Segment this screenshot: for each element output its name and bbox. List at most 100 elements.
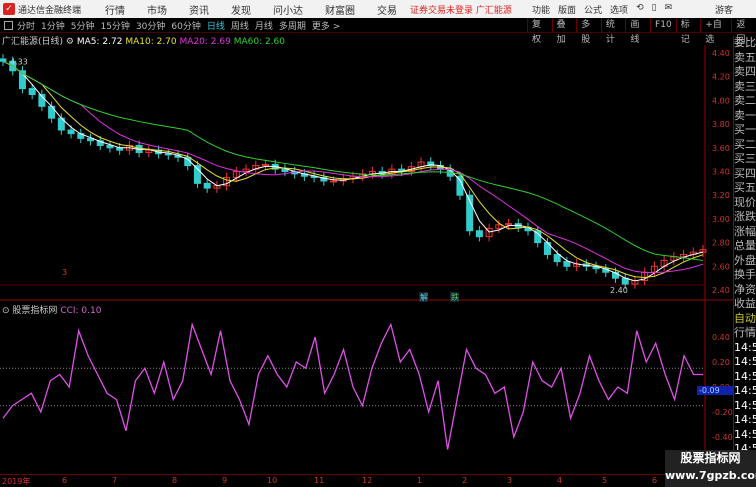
month-label: 8 xyxy=(172,476,178,485)
menu-trade[interactable]: 交易 xyxy=(377,2,397,17)
price-tick-label: 2.60 xyxy=(712,262,730,271)
quote-panel-item[interactable]: 涨幅 xyxy=(734,225,756,240)
tool-adjust[interactable]: 复权 xyxy=(527,18,552,45)
menu-options[interactable]: 选项 xyxy=(610,3,628,16)
candle-body xyxy=(67,129,75,135)
menu-market[interactable]: 市场 xyxy=(147,2,167,17)
period-tab[interactable]: 分时 xyxy=(17,19,35,32)
tool-back[interactable]: 返回 xyxy=(731,18,756,45)
quote-panel-item[interactable]: 卖一 xyxy=(734,109,756,124)
more-button[interactable]: 更多 > xyxy=(312,19,340,32)
quote-panel-item[interactable]: 净资 xyxy=(734,283,756,298)
quote-panel-item[interactable]: 收益 xyxy=(734,297,756,312)
quote-panel-item[interactable]: 14:50 xyxy=(734,399,756,414)
month-label: 6 xyxy=(62,476,68,485)
month-label: 2019年 xyxy=(2,477,31,486)
app-title: 通达信金融终端 xyxy=(18,5,82,16)
menu-quotes[interactable]: 行情 xyxy=(105,2,125,17)
quote-panel-item[interactable]: 买五 xyxy=(734,181,756,196)
quote-panel-item[interactable]: 14:50 xyxy=(734,384,756,399)
quote-panel-item[interactable]: 卖四 xyxy=(734,65,756,80)
date-axis: 2019年 6 7 8 9 10 11 12 1 2 3 4 5 6 xyxy=(0,474,680,487)
quote-panel-item[interactable]: 换手 xyxy=(734,268,756,283)
quote-panel: 委比 卖五 卖四 卖三 卖二 卖一 买一 买二 买三 买四 买五 现价 涨跌 涨幅 总量 外盘 换手 净资 收益 自动… xyxy=(733,36,756,472)
cci-value-label: CCI: 0.10 xyxy=(60,306,102,316)
menu-layout[interactable]: 版面 xyxy=(558,3,576,16)
indicator-toggle-icon[interactable]: ⊙ xyxy=(2,306,10,316)
menu-ask[interactable]: 问小达 xyxy=(273,2,303,17)
period-tab[interactable]: 5分钟 xyxy=(71,19,95,32)
period-tab-daily[interactable]: 日线 xyxy=(207,19,225,32)
title-bar: ✓ 通达信金融终端 行情 市场 资讯 发现 问小达 财富圈 交易 证券交易未登录… xyxy=(0,0,756,18)
tool-stats[interactable]: 统计 xyxy=(600,18,626,45)
cci-tick-label: -0.40 xyxy=(712,433,733,442)
tool-multi[interactable]: 多股 xyxy=(576,18,601,45)
quote-panel-item[interactable]: 卖三 xyxy=(734,80,756,95)
period-tab[interactable]: 15分钟 xyxy=(100,19,129,32)
cci-tick-label: 0.20 xyxy=(712,358,730,367)
candle-body xyxy=(563,261,571,267)
panel-toggle-icon[interactable] xyxy=(4,20,13,30)
watermark: 股票指标网www.7gpzb.com xyxy=(665,450,756,487)
event-mark: 3 xyxy=(62,268,67,277)
indicator-name: 股票指标网 xyxy=(12,306,58,316)
cci-current-badge: -0.09 xyxy=(697,386,733,395)
quote-panel-item[interactable]: 卖五 xyxy=(734,51,756,66)
quote-panel-item[interactable]: 涨跌 xyxy=(734,210,756,225)
quote-panel-item[interactable]: 14:50 xyxy=(734,428,756,443)
month-label: 1 xyxy=(417,476,423,485)
period-tab[interactable]: 30分钟 xyxy=(136,19,165,32)
price-tick-label: 3.60 xyxy=(712,144,730,153)
quote-panel-item[interactable]: 卖二 xyxy=(734,94,756,109)
month-label: 11 xyxy=(314,476,325,485)
period-tab[interactable]: 周线 xyxy=(231,19,249,32)
candle-body xyxy=(475,230,483,238)
quote-panel-item[interactable]: 买三 xyxy=(734,152,756,167)
candle-body xyxy=(0,58,7,62)
quote-panel-item[interactable]: 买二 xyxy=(734,138,756,153)
ma60-line xyxy=(2,60,704,261)
phone-icon[interactable]: ▯ xyxy=(652,3,657,16)
quote-panel-item[interactable]: 14:50 xyxy=(734,355,756,370)
menu-formula[interactable]: 公式 xyxy=(584,3,602,16)
price-tick-label: 4.40 xyxy=(712,49,730,58)
tool-mark[interactable]: 标记 xyxy=(675,18,701,45)
message-icon[interactable]: ✉ xyxy=(665,3,673,16)
price-tick-label: 3.00 xyxy=(712,215,730,224)
period-tab[interactable]: 月线 xyxy=(255,19,273,32)
refresh-icon[interactable]: ⟲ xyxy=(636,3,644,16)
tool-draw[interactable]: 画线 xyxy=(625,18,650,45)
period-tab[interactable]: 60分钟 xyxy=(171,19,200,32)
price-tick-label: 2.80 xyxy=(712,239,730,248)
tool-overlay[interactable]: 叠加 xyxy=(551,18,577,45)
quote-panel-item[interactable]: 买四 xyxy=(734,167,756,182)
tool-add-watchlist[interactable]: +自选 xyxy=(700,18,731,45)
event-mark: 解 xyxy=(420,292,428,302)
menu-discover[interactable]: 发现 xyxy=(231,2,251,17)
menu-function[interactable]: 功能 xyxy=(532,3,550,16)
period-tab[interactable]: 多周期 xyxy=(279,19,306,32)
high-price-label: 4.33 xyxy=(10,57,28,66)
candle-body xyxy=(553,253,561,263)
tool-f10[interactable]: F10 xyxy=(650,18,676,33)
quote-panel-item[interactable]: 外盘 xyxy=(734,254,756,269)
quote-panel-item[interactable]: 14:50 xyxy=(734,413,756,428)
month-label: 2 xyxy=(462,476,468,485)
menu-news[interactable]: 资讯 xyxy=(189,2,209,17)
quote-panel-item[interactable]: 14:50 xyxy=(734,370,756,385)
login-status[interactable]: 证券交易未登录 广汇能源 xyxy=(410,3,512,16)
quote-panel-item[interactable]: 委比 xyxy=(734,36,756,51)
candle-body xyxy=(203,182,211,189)
low-price-label: 2.40 xyxy=(610,286,628,295)
quote-panel-item[interactable]: 总量 xyxy=(734,239,756,254)
quote-panel-item[interactable]: 14:50 xyxy=(734,341,756,356)
quote-panel-item[interactable]: 行情 xyxy=(734,326,756,341)
menu-wealth[interactable]: 财富圈 xyxy=(325,2,355,17)
chart-canvas[interactable]: 4.40 4.20 4.00 3.80 3.60 3.40 3.20 3.00 2.80 2.60… xyxy=(0,45,733,475)
period-tab[interactable]: 1分钟 xyxy=(41,19,65,32)
cci-tick-label: -0.20 xyxy=(712,408,733,417)
user-label[interactable]: 游客 xyxy=(715,3,733,16)
quote-panel-item[interactable]: 买一 xyxy=(734,123,756,138)
quote-panel-item[interactable]: 现价 xyxy=(734,196,756,211)
quote-panel-item[interactable]: 自动 xyxy=(734,312,756,327)
